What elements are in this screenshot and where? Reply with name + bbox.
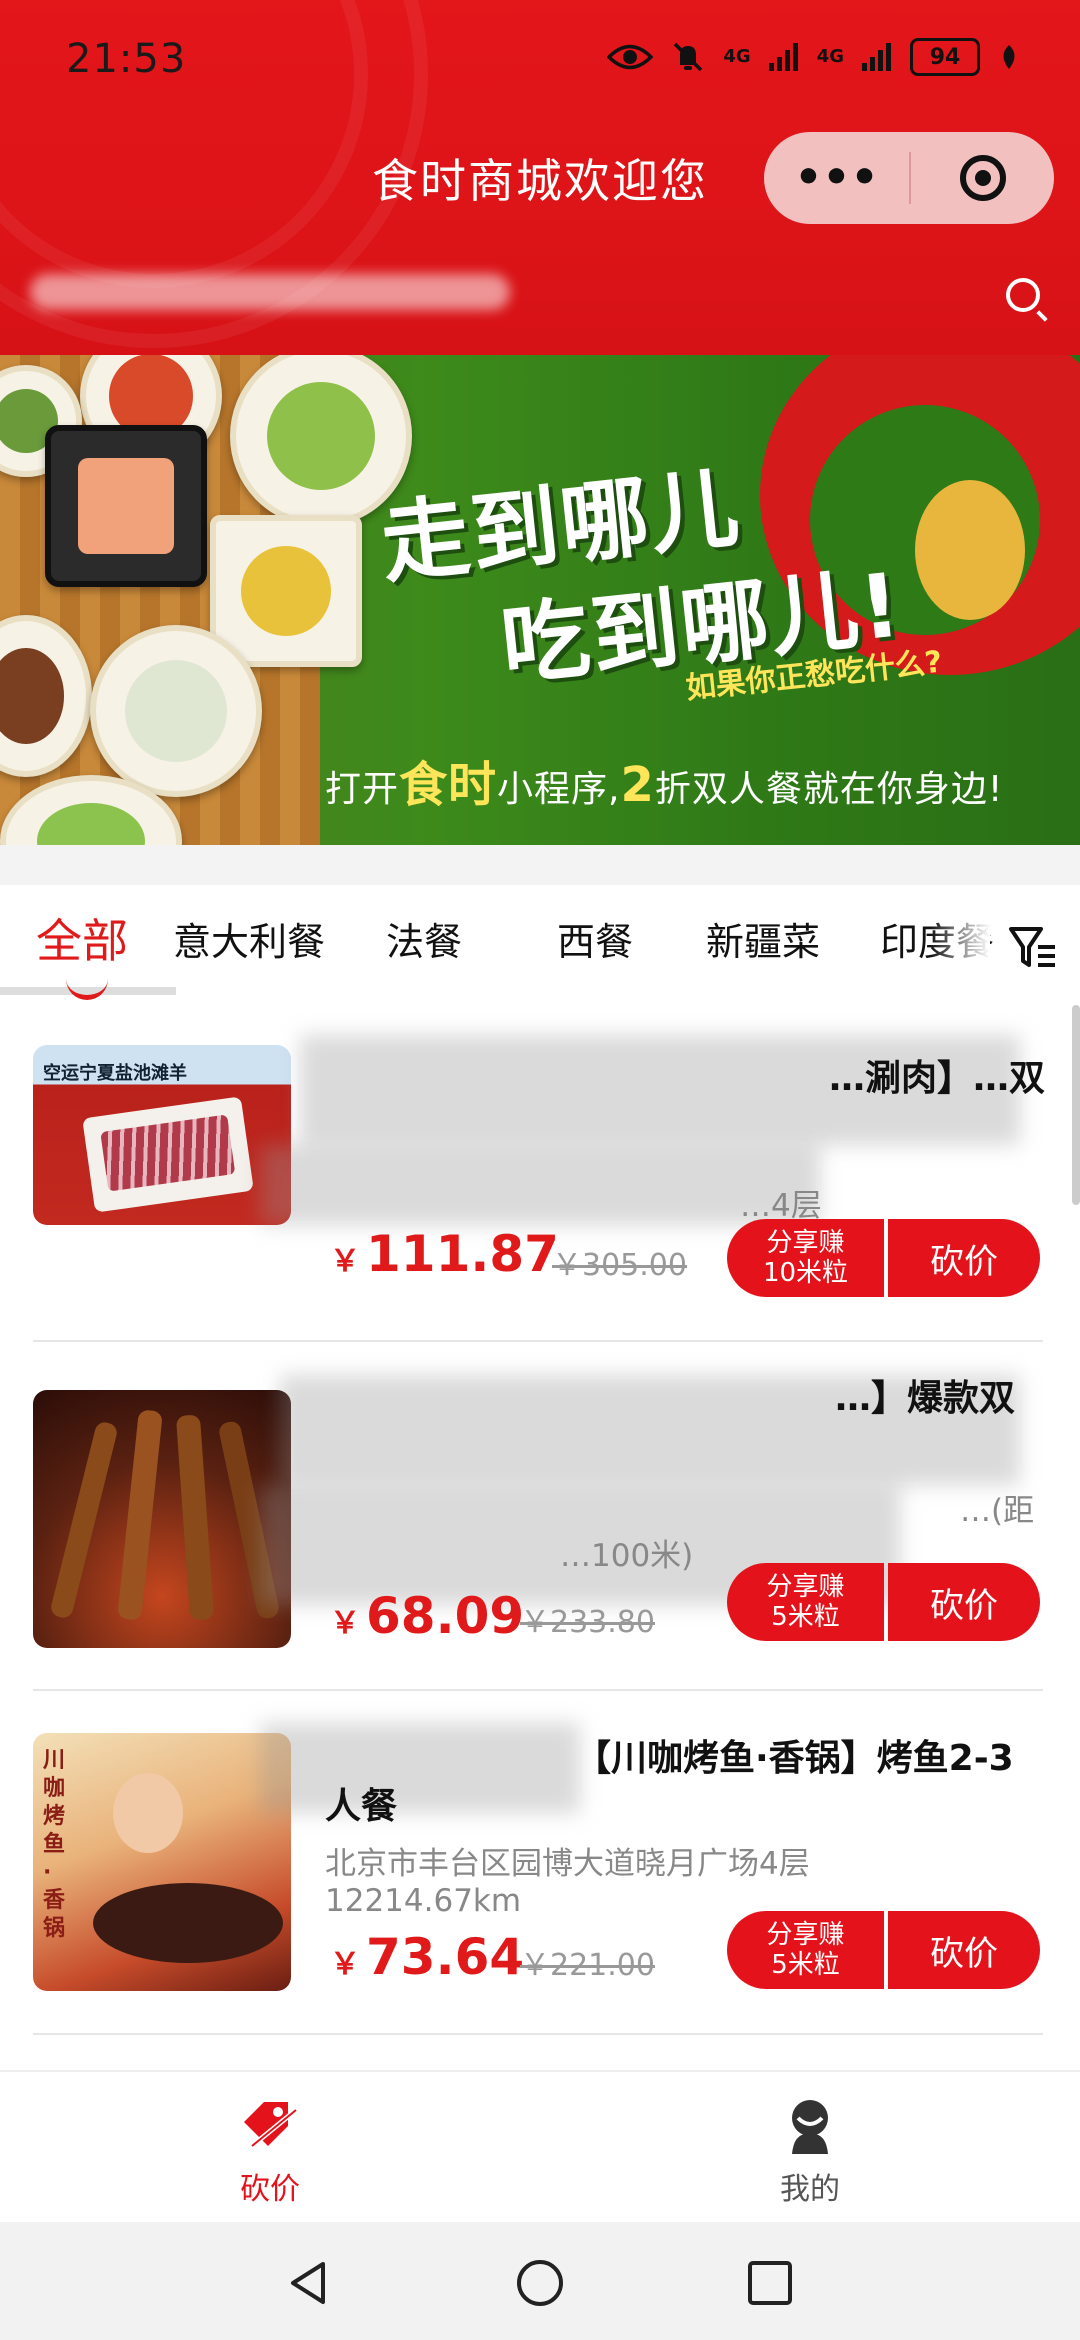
product-address: 北京市丰台区园博大道晓月广场4层 xyxy=(325,1846,810,1882)
original-price: ￥233.80 xyxy=(520,1605,655,1640)
list-divider xyxy=(33,1689,1043,1691)
search-icon[interactable] xyxy=(1006,278,1040,312)
list-scrollbar[interactable] xyxy=(1072,1005,1080,1205)
share-earn-button[interactable]: 分享赚 10米粒 xyxy=(727,1219,884,1297)
product-price: ￥ 111.87 xyxy=(330,1225,559,1283)
app-header: 21:53 4G 4G 94 食时商城欢迎您 ••• xyxy=(0,0,1080,355)
home-icon[interactable] xyxy=(515,2260,565,2310)
product-distance: …100米) xyxy=(560,1538,694,1574)
bottom-tab-bar: 砍价 我的 xyxy=(0,2070,1080,2224)
more-button[interactable]: ••• xyxy=(764,156,909,200)
tab-mine[interactable]: 我的 xyxy=(540,2072,1080,2224)
banner-footer-text: 打开 xyxy=(325,769,400,810)
share-label: 分享赚 xyxy=(766,1920,845,1950)
profile-icon xyxy=(792,2100,828,2154)
tab-italian[interactable]: 意大利餐 xyxy=(173,911,325,966)
eye-icon xyxy=(607,44,654,70)
share-label: 分享赚 xyxy=(766,1228,845,1258)
search-bar[interactable] xyxy=(0,250,1080,330)
currency-symbol: ￥ xyxy=(330,1947,360,1982)
close-miniprogram-button[interactable] xyxy=(911,155,1054,201)
active-tab-indicator xyxy=(66,977,108,1000)
share-label: 分享赚 xyxy=(766,1572,845,1602)
share-reward: 5米粒 xyxy=(771,1602,840,1632)
promo-banner[interactable]: 走到哪儿 吃到哪儿! 如果你正愁吃什么? 打开食时小程序,2折双人餐就在你身边! xyxy=(0,355,1080,845)
tab-xinjiang[interactable]: 新疆菜 xyxy=(706,911,820,966)
tab-all[interactable]: 全部 xyxy=(36,905,128,971)
banner-footer-highlight: 2 xyxy=(620,757,655,813)
back-icon[interactable] xyxy=(285,2260,331,2306)
signal-icon: 4G xyxy=(723,46,751,67)
signal-icon: 4G xyxy=(816,46,844,67)
product-name: 【川咖烤鱼·香锅】烤鱼2-3人餐 xyxy=(325,1738,1014,1827)
bargain-tag-icon xyxy=(244,2102,298,2148)
tab-western[interactable]: 西餐 xyxy=(557,911,633,966)
filter-icon[interactable] xyxy=(1008,925,1058,971)
product-price: ￥ 68.09 xyxy=(330,1587,524,1645)
product-thumbnail xyxy=(33,1390,291,1648)
banner-dish xyxy=(90,625,262,797)
bargain-button[interactable]: 砍价 xyxy=(888,1219,1040,1297)
tab-bargain[interactable]: 砍价 xyxy=(0,2072,540,2224)
price-value: 68.09 xyxy=(366,1587,525,1645)
product-list: 空运宁夏盐池滩羊 …涮肉】…双 …4层 ￥ 111.87 ￥305.00 分享赚 … xyxy=(0,1005,1080,2070)
price-value: 111.87 xyxy=(366,1225,559,1283)
recents-icon[interactable] xyxy=(747,2260,793,2306)
share-reward: 5米粒 xyxy=(771,1950,840,1980)
status-time: 21:53 xyxy=(66,36,187,82)
list-divider xyxy=(33,2033,1043,2035)
product-name: …涮肉】…双 xyxy=(828,1058,1045,1099)
share-earn-button[interactable]: 分享赚 5米粒 xyxy=(727,1563,884,1641)
miniprogram-capsule: ••• xyxy=(764,132,1054,224)
banner-footer: 打开食时小程序,2折双人餐就在你身边! xyxy=(325,745,1003,815)
bargain-button[interactable]: 砍价 xyxy=(888,1563,1040,1641)
battery-icon: 94 xyxy=(910,38,980,76)
original-price: ￥305.00 xyxy=(552,1248,687,1283)
tabs-fade xyxy=(930,885,990,1005)
product-card[interactable]: …】爆款双 …(距 …100米) ￥ 68.09 ￥233.80 分享赚 5米粒 … xyxy=(0,1375,1080,1720)
tab-mine-label: 我的 xyxy=(780,2172,840,2207)
original-price: ￥221.00 xyxy=(520,1948,655,1983)
product-name: …】爆款双 xyxy=(834,1378,1015,1419)
product-distance: 12214.67km xyxy=(325,1883,522,1919)
product-card[interactable]: 空运宁夏盐池滩羊 …涮肉】…双 …4层 ￥ 111.87 ￥305.00 分享赚 … xyxy=(0,1035,1080,1380)
share-earn-button[interactable]: 分享赚 5米粒 xyxy=(727,1911,884,1989)
product-address: …(距 xyxy=(960,1493,1035,1529)
price-value: 73.64 xyxy=(366,1928,525,1986)
system-navigation-bar xyxy=(0,2222,1080,2340)
banner-dish xyxy=(45,425,207,587)
share-reward: 10米粒 xyxy=(762,1258,849,1288)
banner-pepper-shape xyxy=(915,480,1025,620)
thumbnail-caption: 川咖 烤鱼·香锅 xyxy=(43,1748,66,1941)
bargain-button[interactable]: 砍价 xyxy=(888,1911,1040,1989)
currency-symbol: ￥ xyxy=(330,1244,360,1279)
list-divider xyxy=(33,1340,1043,1342)
category-tabs: 全部 意大利餐 法餐 西餐 新疆菜 印度餐 xyxy=(0,885,1080,1005)
banner-dish xyxy=(210,515,362,667)
signal-bars-icon xyxy=(768,43,798,71)
currency-symbol: ￥ xyxy=(330,1606,360,1641)
blurred-region xyxy=(260,1145,820,1225)
banner-footer-highlight: 食时 xyxy=(399,757,498,813)
banner-footer-text: 小程序, xyxy=(497,769,621,810)
search-placeholder-blurred xyxy=(30,274,510,310)
product-price: ￥ 73.64 xyxy=(330,1928,524,1986)
status-bar: 21:53 4G 4G 94 xyxy=(0,0,1080,120)
record-icon xyxy=(959,155,1006,201)
banner-footer-text: 折双人餐就在你身边! xyxy=(654,769,1004,810)
product-card[interactable]: 川咖 烤鱼·香锅 【川咖烤鱼·香锅】烤鱼2-3人餐 北京市丰台区园博大道晓月广场… xyxy=(0,1723,1080,2068)
signal-bars-icon xyxy=(862,43,891,71)
thumbnail-plate xyxy=(82,1096,254,1213)
thumbnail-caption: 空运宁夏盐池滩羊 xyxy=(43,1063,187,1084)
leaf-icon xyxy=(1003,45,1015,69)
tab-french[interactable]: 法餐 xyxy=(386,911,462,966)
tab-bargain-label: 砍价 xyxy=(240,2172,300,2207)
status-icons: 4G 4G 94 xyxy=(607,38,1020,76)
product-thumbnail: 川咖 烤鱼·香锅 xyxy=(33,1733,291,1991)
product-thumbnail: 空运宁夏盐池滩羊 xyxy=(33,1045,291,1225)
mute-bell-icon xyxy=(674,42,703,72)
